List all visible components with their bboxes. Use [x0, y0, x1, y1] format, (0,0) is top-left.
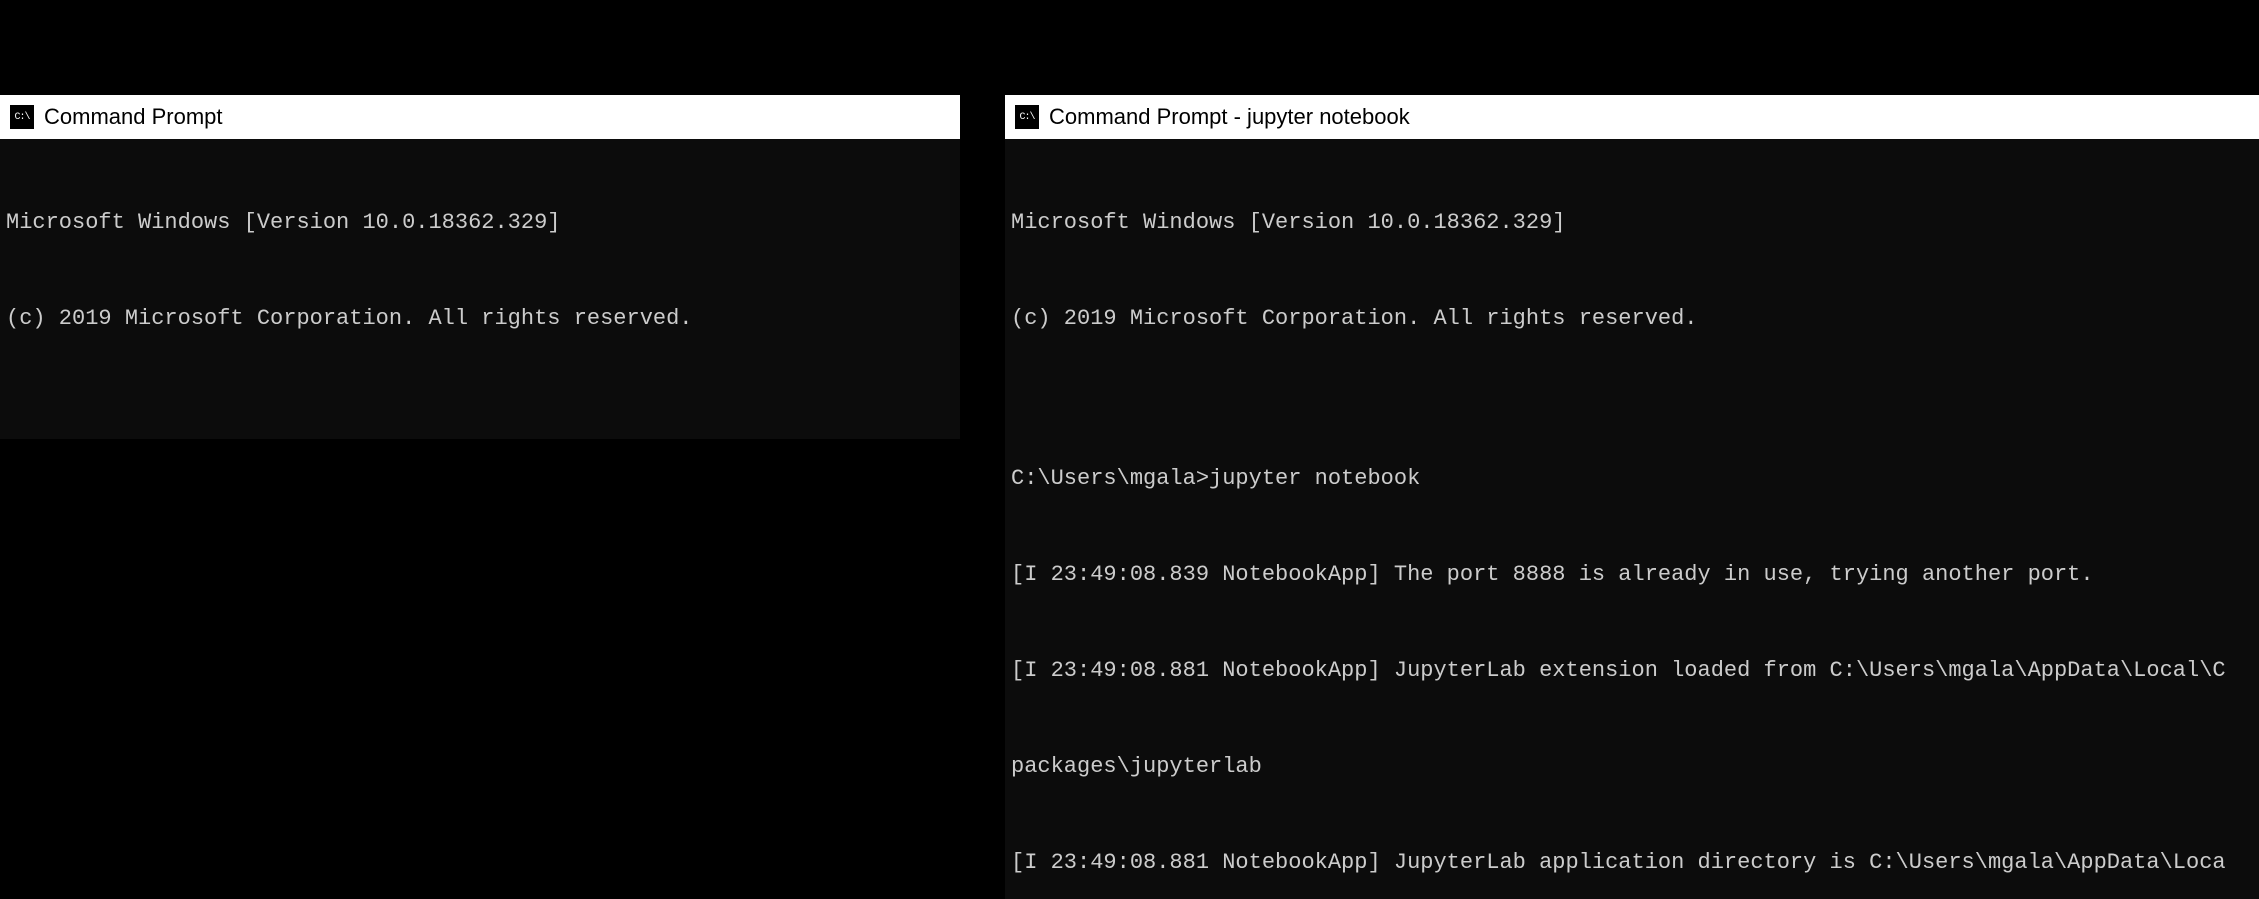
terminal-line: C:\Users\mgala>jupyter notebook — [1011, 463, 2253, 495]
terminal-line: [I 23:49:08.881 NotebookApp] JupyterLab … — [1011, 847, 2253, 879]
terminal-line: (c) 2019 Microsoft Corporation. All righ… — [6, 303, 954, 335]
terminal-output-left[interactable]: Microsoft Windows [Version 10.0.18362.32… — [0, 139, 960, 439]
terminal-line: Microsoft Windows [Version 10.0.18362.32… — [1011, 207, 2253, 239]
cmd-icon: C:\ — [10, 105, 34, 129]
cmd-icon: C:\ — [1015, 105, 1039, 129]
terminal-line: [I 23:49:08.881 NotebookApp] JupyterLab … — [1011, 655, 2253, 687]
command-prompt-window-right[interactable]: C:\ Command Prompt - jupyter notebook Mi… — [1005, 95, 2259, 899]
titlebar-left[interactable]: C:\ Command Prompt — [0, 95, 960, 139]
command-prompt-window-left[interactable]: C:\ Command Prompt Microsoft Windows [Ve… — [0, 95, 960, 439]
terminal-line: packages\jupyterlab — [1011, 751, 2253, 783]
window-title-right: Command Prompt - jupyter notebook — [1049, 104, 1410, 130]
terminal-line: [I 23:49:08.839 NotebookApp] The port 88… — [1011, 559, 2253, 591]
window-title-left: Command Prompt — [44, 104, 223, 130]
terminal-line: (c) 2019 Microsoft Corporation. All righ… — [1011, 303, 2253, 335]
titlebar-right[interactable]: C:\ Command Prompt - jupyter notebook — [1005, 95, 2259, 139]
terminal-line: Microsoft Windows [Version 10.0.18362.32… — [6, 207, 954, 239]
terminal-output-right[interactable]: Microsoft Windows [Version 10.0.18362.32… — [1005, 139, 2259, 899]
